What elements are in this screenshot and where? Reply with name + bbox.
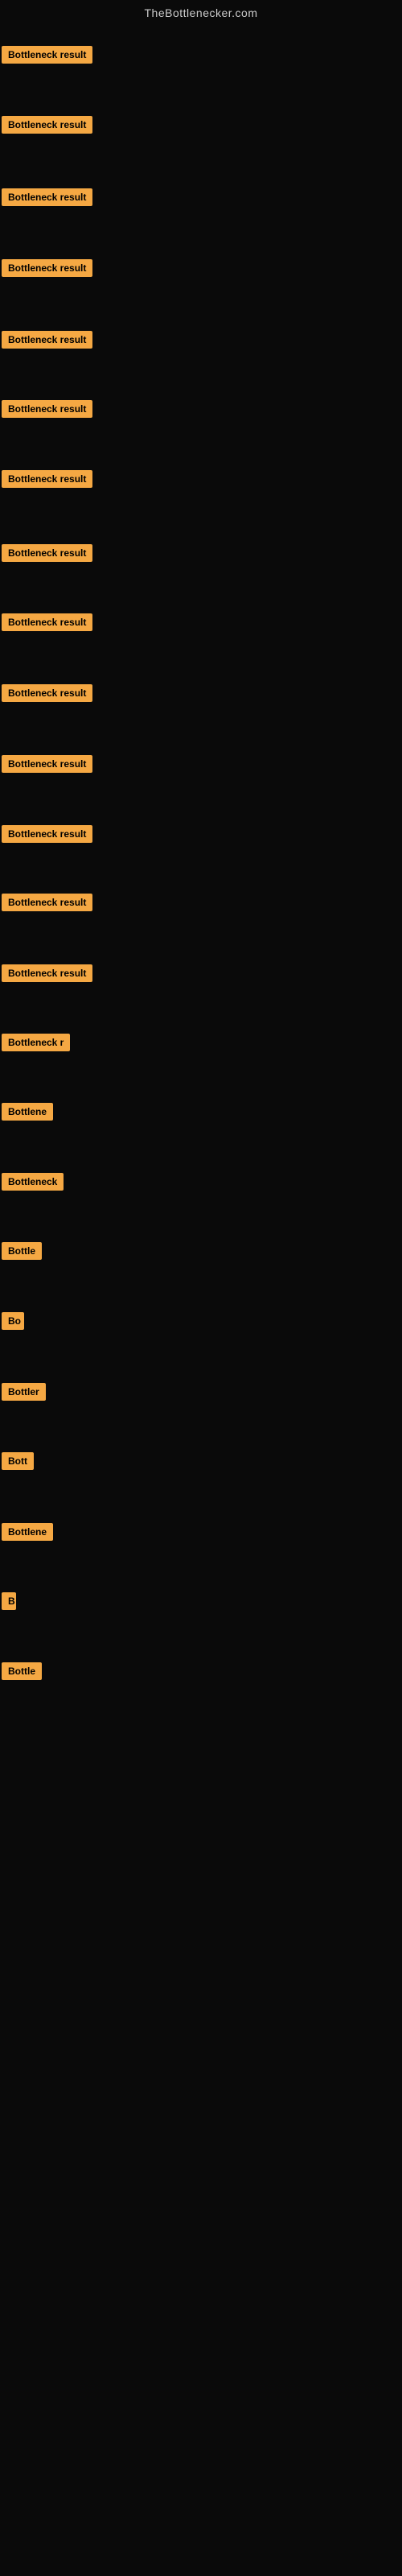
bottleneck-result-badge[interactable]: Bottleneck result: [2, 825, 92, 843]
bottleneck-badge-container-17: Bottleneck: [2, 1173, 64, 1195]
bottleneck-result-badge[interactable]: Bottleneck r: [2, 1034, 70, 1051]
bottleneck-result-badge[interactable]: Bottleneck result: [2, 964, 92, 982]
bottleneck-badge-container-12: Bottleneck result: [2, 825, 92, 847]
bottleneck-result-badge[interactable]: Bottlene: [2, 1523, 53, 1541]
bottleneck-badge-container-8: Bottleneck result: [2, 544, 92, 566]
bottleneck-result-badge[interactable]: Bottleneck result: [2, 613, 92, 631]
bottleneck-result-badge[interactable]: Bottleneck result: [2, 331, 92, 349]
bottleneck-result-badge[interactable]: B: [2, 1592, 16, 1610]
bottleneck-result-badge[interactable]: Bottleneck result: [2, 684, 92, 702]
bottleneck-result-badge[interactable]: Bottleneck result: [2, 755, 92, 773]
bottleneck-badge-container-13: Bottleneck result: [2, 894, 92, 915]
bottleneck-result-badge[interactable]: Bottleneck result: [2, 544, 92, 562]
bottleneck-result-badge[interactable]: Bottleneck: [2, 1173, 64, 1191]
bottleneck-badge-container-16: Bottlene: [2, 1103, 53, 1125]
bottleneck-badge-container-20: Bottler: [2, 1383, 46, 1405]
bottleneck-result-badge[interactable]: Bott: [2, 1452, 34, 1470]
bottleneck-badge-container-19: Bo: [2, 1312, 24, 1334]
bottleneck-badge-container-11: Bottleneck result: [2, 755, 92, 777]
bottleneck-badge-container-7: Bottleneck result: [2, 470, 92, 492]
bottleneck-badge-container-4: Bottleneck result: [2, 259, 92, 281]
bottleneck-result-badge[interactable]: Bottleneck result: [2, 259, 92, 277]
bottleneck-badge-container-10: Bottleneck result: [2, 684, 92, 706]
bottleneck-badge-container-22: Bottlene: [2, 1523, 53, 1545]
bottleneck-result-badge[interactable]: Bottleneck result: [2, 400, 92, 418]
bottleneck-badge-container-2: Bottleneck result: [2, 116, 92, 138]
bottleneck-result-badge[interactable]: Bottleneck result: [2, 470, 92, 488]
bottleneck-badge-container-24: Bottle: [2, 1662, 42, 1684]
site-title: TheBottlenecker.com: [0, 0, 402, 26]
bottleneck-badge-container-14: Bottleneck result: [2, 964, 92, 986]
bottleneck-result-badge[interactable]: Bottler: [2, 1383, 46, 1401]
bottleneck-badge-container-6: Bottleneck result: [2, 400, 92, 422]
bottleneck-badge-container-21: Bott: [2, 1452, 34, 1474]
bottleneck-badge-container-9: Bottleneck result: [2, 613, 92, 635]
bottleneck-badge-container-5: Bottleneck result: [2, 331, 92, 353]
bottleneck-result-badge[interactable]: Bo: [2, 1312, 24, 1330]
bottleneck-badge-container-1: Bottleneck result: [2, 46, 92, 68]
bottleneck-result-badge[interactable]: Bottle: [2, 1242, 42, 1260]
bottleneck-result-badge[interactable]: Bottleneck result: [2, 46, 92, 64]
bottleneck-result-badge[interactable]: Bottlene: [2, 1103, 53, 1121]
bottleneck-result-badge[interactable]: Bottleneck result: [2, 188, 92, 206]
bottleneck-badge-container-18: Bottle: [2, 1242, 42, 1264]
bottleneck-badge-container-23: B: [2, 1592, 16, 1614]
bottleneck-badge-container-3: Bottleneck result: [2, 188, 92, 210]
bottleneck-result-badge[interactable]: Bottle: [2, 1662, 42, 1680]
bottleneck-result-badge[interactable]: Bottleneck result: [2, 116, 92, 134]
bottleneck-result-badge[interactable]: Bottleneck result: [2, 894, 92, 911]
bottleneck-badge-container-15: Bottleneck r: [2, 1034, 70, 1055]
